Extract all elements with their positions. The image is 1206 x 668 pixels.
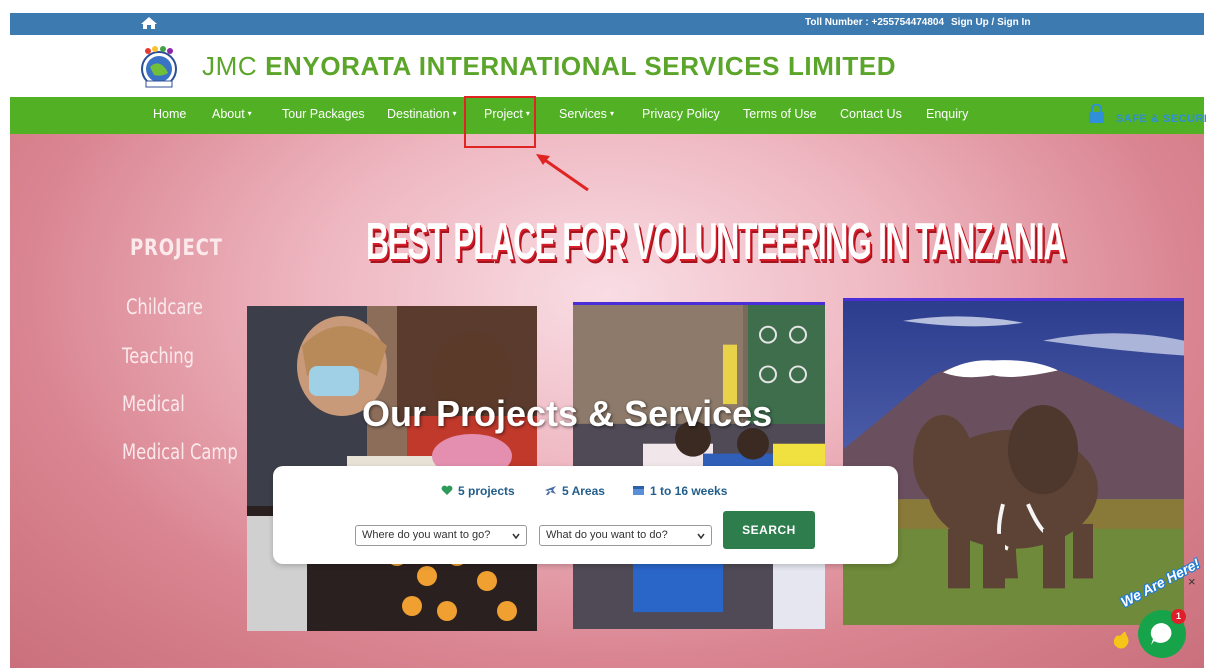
caret-down-icon: ▾ bbox=[452, 109, 457, 118]
nav-home[interactable]: Home bbox=[153, 107, 186, 121]
what-select-value: What do you want to do? bbox=[546, 529, 668, 541]
nav-label: Tour Packages bbox=[282, 107, 365, 121]
chat-notification-badge: 1 bbox=[1171, 609, 1186, 624]
nav-tour-packages[interactable]: Tour Packages bbox=[282, 107, 365, 121]
plane-icon bbox=[545, 486, 556, 495]
search-button[interactable]: SEARCH bbox=[723, 511, 815, 549]
hero-title: BEST PLACE FOR VOLUNTEERING IN TANZANIA bbox=[366, 213, 1066, 271]
stat-areas-text: 5 Areas bbox=[562, 484, 605, 498]
annotation-highlight-box bbox=[464, 96, 536, 148]
stat-weeks: 1 to 16 weeks bbox=[632, 484, 727, 498]
search-panel: 5 projects 5 Areas 1 to 16 weeks Where d… bbox=[273, 466, 898, 564]
nav-enquiry[interactable]: Enquiry bbox=[926, 107, 968, 121]
nav-label: Enquiry bbox=[926, 107, 969, 121]
stat-weeks-text: 1 to 16 weeks bbox=[650, 484, 728, 498]
nav-label: Destination bbox=[387, 107, 450, 121]
where-select[interactable]: Where do you want to go? bbox=[355, 525, 527, 546]
project-side-heading: PROJECT bbox=[130, 236, 223, 261]
side-link-medical[interactable]: Medical bbox=[122, 392, 185, 416]
toll-number: Toll Number : +255754474804 bbox=[805, 17, 945, 28]
side-link-medical-camp[interactable]: Medical Camp bbox=[122, 440, 238, 464]
nav-privacy-policy[interactable]: Privacy Policy bbox=[642, 107, 720, 121]
nav-label: Contact Us bbox=[840, 107, 902, 121]
kilimanjaro-elephant-image[interactable] bbox=[843, 298, 1184, 625]
top-bar: Toll Number : +255754474804 Sign Up / Si… bbox=[10, 13, 1204, 35]
projects-services-heading: Our Projects & Services bbox=[362, 393, 773, 434]
nav-about[interactable]: About ▾ bbox=[212, 107, 252, 121]
nav-label: About bbox=[212, 107, 245, 121]
stat-projects-text: 5 projects bbox=[458, 484, 515, 498]
heart-icon bbox=[441, 485, 453, 495]
waving-hand-icon bbox=[1114, 631, 1129, 649]
nav-terms-of-use[interactable]: Terms of Use bbox=[743, 107, 817, 121]
nav-services[interactable]: Services ▾ bbox=[559, 107, 614, 121]
brand-name: ENYORATA INTERNATIONAL SERVICES LIMITED bbox=[265, 51, 897, 81]
side-link-teaching[interactable]: Teaching bbox=[122, 344, 194, 368]
stat-projects: 5 projects bbox=[441, 484, 515, 498]
chevron-down-icon bbox=[512, 533, 520, 540]
side-link-childcare[interactable]: Childcare bbox=[126, 295, 203, 319]
nav-label: Terms of Use bbox=[743, 107, 817, 121]
nav-destination[interactable]: Destination ▾ bbox=[387, 107, 457, 121]
page: Toll Number : +255754474804 Sign Up / Si… bbox=[0, 0, 1206, 668]
stat-areas: 5 Areas bbox=[544, 484, 605, 498]
nav-contact-us[interactable]: Contact Us bbox=[840, 107, 902, 121]
where-select-value: Where do you want to go? bbox=[362, 529, 491, 541]
calendar-icon bbox=[633, 486, 644, 495]
chevron-down-icon bbox=[697, 533, 705, 540]
nav-label: Privacy Policy bbox=[642, 107, 720, 121]
safe-secure-label: SAFE & SECURE bbox=[1116, 113, 1206, 125]
main-nav: Home About ▾ Tour Packages Destination ▾ P… bbox=[10, 97, 1204, 134]
lock-icon bbox=[1089, 104, 1104, 123]
brand-prefix: JMC bbox=[202, 51, 258, 81]
nav-label: Services bbox=[559, 107, 607, 121]
signup-signin-link[interactable]: Sign Up / Sign In bbox=[951, 17, 1030, 28]
home-icon[interactable] bbox=[140, 16, 158, 30]
site-header: JMC ENYORATA INTERNATIONAL SERVICES LIMI… bbox=[10, 35, 1204, 97]
what-select[interactable]: What do you want to do? bbox=[539, 525, 712, 546]
company-logo[interactable] bbox=[138, 43, 180, 89]
annotation-arrow-icon bbox=[536, 154, 589, 192]
nav-label: Home bbox=[153, 107, 187, 121]
caret-down-icon: ▾ bbox=[609, 109, 614, 118]
company-name[interactable]: JMC ENYORATA INTERNATIONAL SERVICES LIMI… bbox=[202, 51, 896, 82]
caret-down-icon: ▾ bbox=[247, 109, 252, 118]
